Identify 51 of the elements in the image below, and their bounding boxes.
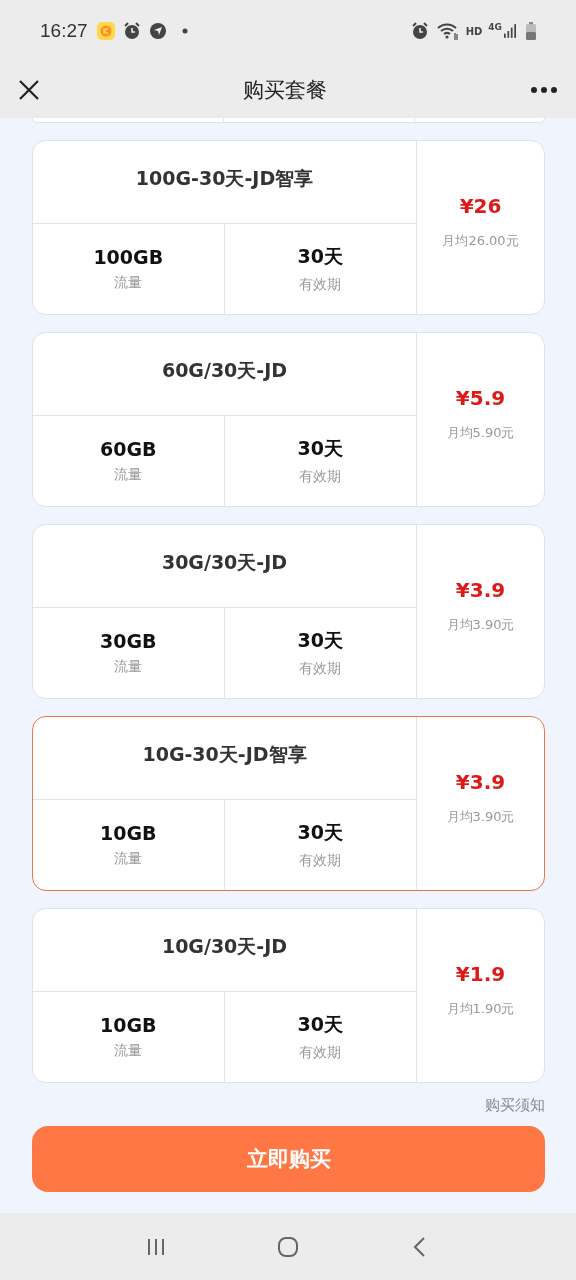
monthly-price: 月均3.90元	[446, 807, 515, 826]
plan-price: ¥26	[459, 193, 502, 218]
data-label: 流量	[114, 1042, 143, 1060]
plan-price: ¥1.9	[455, 961, 506, 986]
data-label: 流量	[114, 658, 143, 676]
plan-price: ¥3.9	[455, 769, 506, 794]
plan-card[interactable]: 10G-30天-JD智享 10GB 流量 30天 有效期 ¥3.9 月均3.90元	[32, 716, 545, 891]
data-amount: 30GB	[100, 630, 157, 652]
hd-label: HD	[465, 25, 483, 37]
more-button[interactable]	[528, 84, 560, 96]
plan-name: 30G/30天-JD	[33, 525, 416, 608]
data-amount: 10GB	[100, 1014, 157, 1036]
data-label: 流量	[114, 274, 143, 292]
app-notification-icon	[95, 21, 116, 41]
plan-price: ¥5.9	[455, 385, 506, 410]
signal-icon	[504, 23, 516, 39]
monthly-price: 月均5.90元	[446, 423, 515, 442]
data-label: 流量	[114, 850, 143, 868]
data-amount: 10GB	[100, 822, 157, 844]
plan-name: 100G-30天-JD智享	[33, 141, 416, 224]
monthly-price: 月均26.00元	[442, 231, 519, 250]
plan-card[interactable]: 10G/30天-JD 10GB 流量 30天 有效期 ¥1.9 月均1.90元	[32, 908, 545, 1083]
validity-label: 有效期	[299, 852, 342, 870]
validity-label: 有效期	[299, 276, 342, 294]
plan-name: 10G-30天-JD智享	[33, 717, 416, 800]
data-label: 流量	[114, 466, 143, 484]
status-time: 16:27	[40, 20, 88, 42]
plan-card[interactable]: 60G/30天-JD 60GB 流量 30天 有效期 ¥5.9 月均5.90元	[32, 332, 545, 507]
data-amount: 60GB	[100, 438, 157, 460]
page-title: 购买套餐	[243, 77, 327, 104]
wifi-icon	[435, 21, 460, 41]
validity-days: 30天	[297, 244, 343, 270]
battery-icon	[526, 22, 536, 40]
notification-dot-icon	[181, 28, 188, 34]
validity-days: 30天	[297, 628, 343, 654]
plan-price: ¥3.9	[455, 577, 506, 602]
plan-name: 10G/30天-JD	[33, 909, 416, 992]
validity-label: 有效期	[299, 1044, 342, 1062]
validity-days: 30天	[297, 1012, 343, 1038]
monthly-price: 月均3.90元	[446, 615, 515, 634]
validity-label: 有效期	[299, 468, 342, 486]
plan-card[interactable]: 100G-30天-JD智享 100GB 流量 30天 有效期 ¥26 月均26.00元	[32, 140, 545, 315]
network-type-label: 4G	[488, 22, 502, 32]
validity-days: 30天	[297, 820, 343, 846]
plan-name: 60G/30天-JD	[33, 333, 416, 416]
monthly-price: 月均1.90元	[446, 999, 515, 1018]
validity-days: 30天	[297, 436, 343, 462]
data-amount: 100GB	[93, 246, 164, 268]
home-icon[interactable]	[277, 1235, 299, 1258]
plan-card[interactable]: 30G/30天-JD 30GB 流量 30天 有效期 ¥3.9 月均3.90元	[32, 524, 545, 699]
validity-label: 有效期	[299, 660, 342, 678]
